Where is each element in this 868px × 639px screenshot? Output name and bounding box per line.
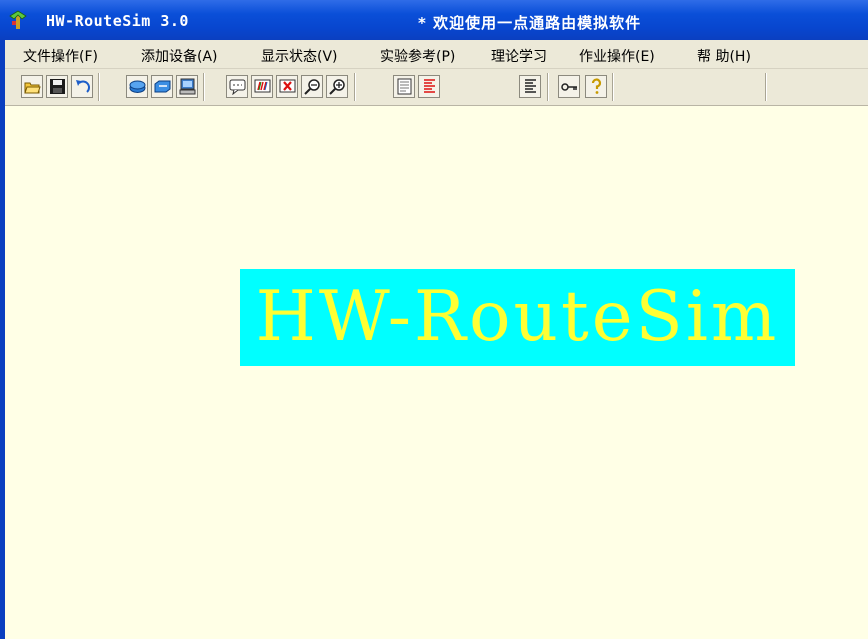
add-router-button[interactable] (126, 75, 148, 98)
menu-theory[interactable]: 理论学习 (491, 46, 547, 66)
ping-button[interactable] (251, 75, 273, 98)
document-button[interactable] (393, 75, 415, 98)
key-icon (561, 83, 577, 91)
zoom-out-icon (304, 79, 320, 95)
document-icon (397, 78, 412, 95)
toolbar-separator (98, 73, 100, 101)
toolbar-separator (354, 73, 356, 101)
menu-help[interactable]: 帮 助(H) (697, 46, 751, 66)
red-document-icon (424, 79, 435, 93)
lines-document-button[interactable] (519, 75, 541, 98)
splash-banner: HW-RouteSim (240, 269, 795, 366)
red-document-button[interactable] (418, 75, 440, 98)
menu-file[interactable]: 文件操作(F) (23, 46, 98, 66)
undo-icon (76, 80, 90, 93)
empty-button[interactable] (445, 75, 467, 98)
welcome-text: * 欢迎使用一点通路由模拟软件 (418, 14, 642, 32)
router-icon (129, 80, 146, 93)
app-icon (9, 10, 27, 29)
window-title: HW-RouteSim 3.0 (46, 12, 189, 30)
empty-button[interactable] (483, 75, 505, 98)
zoom-in-icon (329, 79, 345, 95)
workspace-canvas[interactable] (5, 106, 868, 639)
undo-button[interactable] (71, 75, 93, 98)
switch-icon (154, 80, 171, 93)
help-button[interactable] (585, 75, 607, 98)
menu-bar: 文件操作(F) 添加设备(A) 显示状态(V) 实验参考(P) 理论学习 作业操… (5, 40, 868, 69)
toolbar (5, 69, 868, 106)
title-bar: HW-RouteSim 3.0 * 欢迎使用一点通路由模拟软件 (0, 0, 868, 40)
toolbar-separator (765, 73, 767, 101)
menu-view-status[interactable]: 显示状态(V) (261, 46, 338, 66)
key-button[interactable] (558, 75, 580, 98)
pc-icon (179, 78, 196, 95)
zoom-in-button[interactable] (326, 75, 348, 98)
toolbar-separator (547, 73, 549, 101)
toolbar-separator (612, 73, 614, 101)
help-icon (591, 78, 602, 94)
add-switch-button[interactable] (151, 75, 173, 98)
menu-homework[interactable]: 作业操作(E) (579, 46, 655, 66)
console-button[interactable] (226, 75, 248, 98)
ping-icon (254, 79, 271, 93)
zoom-out-button[interactable] (301, 75, 323, 98)
lines-document-icon (525, 79, 536, 93)
open-button[interactable] (21, 75, 43, 98)
add-pc-button[interactable] (176, 75, 198, 98)
menu-add-device[interactable]: 添加设备(A) (141, 46, 218, 66)
console-icon (229, 79, 246, 95)
toolbar-separator (203, 73, 205, 101)
save-disk-icon (50, 79, 65, 94)
save-button[interactable] (46, 75, 68, 98)
delete-button[interactable] (276, 75, 298, 98)
delete-icon (279, 79, 296, 93)
open-folder-icon (24, 82, 41, 94)
menu-lab-reference[interactable]: 实验参考(P) (380, 46, 455, 66)
